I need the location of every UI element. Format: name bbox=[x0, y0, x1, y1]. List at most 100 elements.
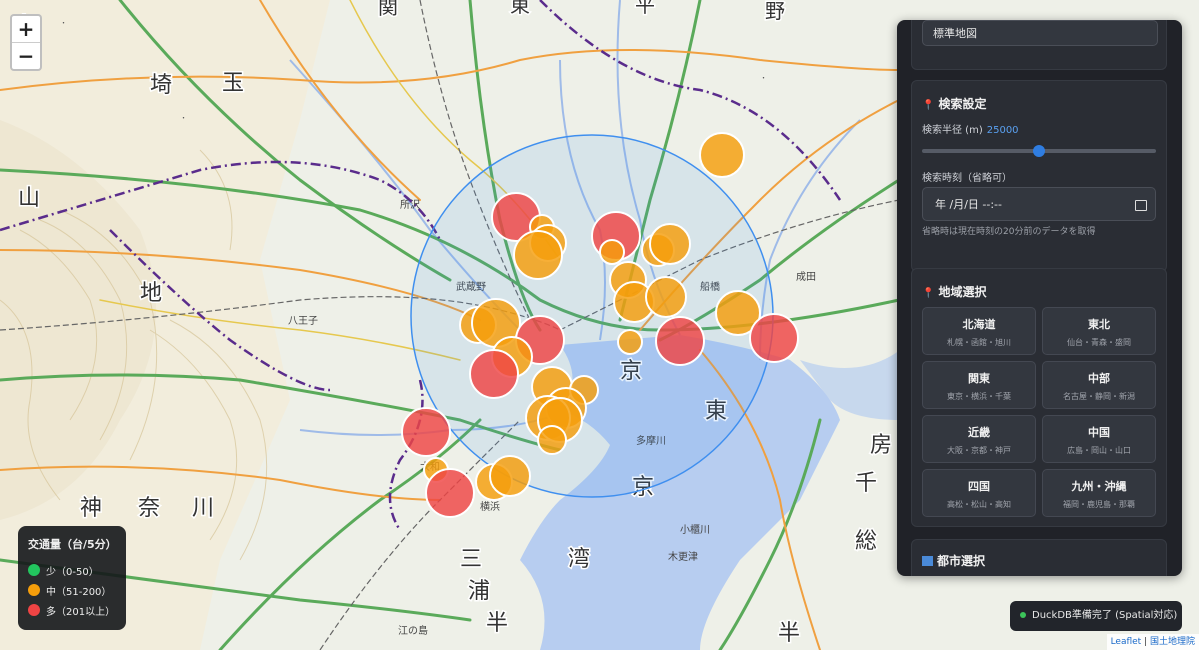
map-place-label: 川 bbox=[192, 496, 214, 521]
calendar-icon[interactable] bbox=[1135, 200, 1147, 211]
search-settings-title: 📍 検索設定 bbox=[922, 95, 986, 112]
radius-value: 25000 bbox=[986, 125, 1019, 136]
radius-slider[interactable] bbox=[922, 145, 1156, 157]
region-button[interactable]: 四国 高松・松山・高知 bbox=[922, 469, 1036, 517]
control-panel: 標準地図 📍 検索設定 検索半径 (m) 25000 検索時刻（省略可） 年 /月/… bbox=[897, 20, 1182, 576]
pin-icon: 📍 bbox=[922, 288, 935, 299]
legend-item-high: 多（201以上） bbox=[28, 600, 116, 620]
zoom-control: + − bbox=[10, 14, 42, 71]
time-input[interactable]: 年 /月/日 --:-- bbox=[922, 187, 1156, 221]
region-button[interactable]: 近畿 大阪・京都・神戸 bbox=[922, 415, 1036, 463]
map-place-label: 総 bbox=[855, 529, 877, 554]
region-button[interactable]: 東北仙台・青森・盛岡 bbox=[1042, 307, 1156, 355]
search-settings-card: 📍 検索設定 検索半径 (m) 25000 検索時刻（省略可） 年 /月/日 --:… bbox=[911, 80, 1167, 272]
map-place-label: 東 bbox=[510, 0, 530, 17]
svg-text:・: ・ bbox=[760, 74, 767, 82]
traffic-point-mid[interactable] bbox=[617, 329, 643, 355]
map-place-label: 関 bbox=[378, 0, 398, 19]
radius-label-text: 検索半径 (m) bbox=[922, 125, 983, 136]
traffic-point-high[interactable] bbox=[749, 313, 799, 363]
region-cities: 広島・岡山・山口 bbox=[1067, 446, 1131, 455]
legend-item-low: 少（0-50） bbox=[28, 560, 116, 580]
map-place-label: 埼 bbox=[150, 73, 172, 98]
traffic-point-mid[interactable] bbox=[513, 230, 563, 280]
region-name: 東北 bbox=[1088, 318, 1110, 331]
time-hint: 省略時は現在時刻の20分前のデータを取得 bbox=[922, 227, 1096, 237]
basemap-select[interactable]: 標準地図 bbox=[922, 20, 1158, 46]
zoom-out-button[interactable]: − bbox=[12, 42, 40, 69]
map-place-label: 野 bbox=[765, 0, 785, 23]
radius-label: 検索半径 (m) 25000 bbox=[922, 121, 1019, 136]
traffic-legend: 交通量（台/5分） 少（0-50） 中（51-200） 多（201以上） bbox=[18, 526, 126, 630]
legend-item-mid: 中（51-200） bbox=[28, 580, 116, 600]
map-place-label: 湾 bbox=[568, 547, 590, 572]
traffic-point-high[interactable] bbox=[655, 316, 705, 366]
legend-title: 交通量（台/5分） bbox=[28, 538, 117, 551]
map-place-label: 八王子 bbox=[288, 315, 318, 327]
region-title-text: 地域選択 bbox=[938, 285, 987, 299]
traffic-point-high[interactable] bbox=[425, 468, 475, 518]
traffic-point-mid[interactable] bbox=[537, 425, 567, 455]
region-button[interactable]: 中国広島・岡山・山口 bbox=[1042, 415, 1156, 463]
traffic-point-mid[interactable] bbox=[649, 223, 691, 265]
region-cities: 仙台・青森・盛岡 bbox=[1067, 338, 1131, 347]
traffic-point-mid[interactable] bbox=[599, 239, 625, 265]
search-settings-title-text: 検索設定 bbox=[938, 97, 987, 111]
map-place-label: 江の島 bbox=[398, 624, 428, 637]
map-place-label: 半 bbox=[778, 621, 800, 646]
map-place-label: 所沢 bbox=[400, 198, 420, 211]
city-icon bbox=[922, 556, 933, 566]
region-name: 関東 bbox=[968, 372, 990, 385]
city-title: 都市選択 bbox=[922, 552, 985, 569]
map-place-label: 木更津 bbox=[668, 551, 698, 563]
zoom-in-button[interactable]: + bbox=[12, 16, 40, 42]
region-title: 📍 地域選択 bbox=[922, 283, 986, 300]
map-place-label: 山 bbox=[18, 186, 40, 211]
map-place-label: 房 bbox=[870, 433, 892, 458]
region-name: 北海道 bbox=[962, 318, 996, 331]
time-label: 検索時刻（省略可） bbox=[922, 173, 1012, 184]
leaflet-link[interactable]: Leaflet bbox=[1111, 637, 1142, 647]
traffic-point-mid[interactable] bbox=[699, 132, 745, 178]
map-place-label: 奈 bbox=[138, 496, 160, 521]
region-button[interactable]: 中部 名古屋・静岡・新潟 bbox=[1042, 361, 1156, 409]
legend-dot-low bbox=[28, 564, 40, 576]
region-cities: 高松・松山・高知 bbox=[947, 500, 1011, 509]
status-text: DuckDB準備完了 (Spatial対応) bbox=[1032, 610, 1178, 621]
region-button[interactable]: 北海道札幌・函館・旭川 bbox=[922, 307, 1036, 355]
map-place-label: 成田 bbox=[796, 271, 816, 283]
region-card: 📍 地域選択 北海道 札幌・函館・旭川 東北 仙台・青森・盛岡 関東 東京・横浜・千葉 中部名… bbox=[911, 268, 1167, 527]
legend-dot-high bbox=[28, 604, 40, 616]
legend-label-mid: 中（51-200） bbox=[46, 586, 112, 598]
map-place-label: 地 bbox=[140, 281, 162, 306]
region-cities: 東京・横浜・千葉 bbox=[947, 392, 1011, 401]
map-place-label: 千 bbox=[855, 471, 877, 496]
region-button[interactable]: 九州・沖縄 福岡・鹿児島・那覇 bbox=[1042, 469, 1156, 517]
city-card: 都市選択 bbox=[911, 539, 1167, 576]
status-dot bbox=[1020, 612, 1026, 618]
region-name: 中国 bbox=[1088, 426, 1110, 439]
basemap-card: 標準地図 bbox=[911, 20, 1167, 70]
region-cities: 札幌・函館・旭川 bbox=[947, 338, 1011, 347]
legend-label-low: 少（0-50） bbox=[46, 566, 99, 578]
radius-slider-thumb[interactable] bbox=[1033, 145, 1045, 157]
traffic-point-mid[interactable] bbox=[645, 276, 687, 318]
region-name: 九州・沖縄 bbox=[1071, 480, 1127, 493]
status-badge: DuckDB準備完了 (Spatial対応) bbox=[1010, 601, 1182, 631]
region-cities: 大阪・京都・神戸 bbox=[947, 446, 1011, 455]
traffic-point-mid[interactable] bbox=[489, 455, 531, 497]
map-place-label: 小櫃川 bbox=[680, 523, 710, 536]
traffic-point-high[interactable] bbox=[401, 407, 451, 457]
legend-dot-mid bbox=[28, 584, 40, 596]
time-input-placeholder: 年 /月/日 --:-- bbox=[935, 198, 1002, 211]
gsi-link[interactable]: 国土地理院 bbox=[1150, 637, 1195, 647]
map-place-label: 平 bbox=[635, 0, 655, 17]
legend-label-high: 多（201以上） bbox=[46, 606, 116, 618]
city-title-text: 都市選択 bbox=[937, 554, 986, 568]
region-button[interactable]: 関東東京・横浜・千葉 bbox=[922, 361, 1036, 409]
svg-text:・: ・ bbox=[60, 19, 67, 27]
map-place-label: 浦 bbox=[468, 579, 490, 604]
region-name: 中部 bbox=[1088, 372, 1110, 385]
map-place-label: 半 bbox=[486, 611, 508, 636]
traffic-point-high[interactable] bbox=[469, 349, 519, 399]
